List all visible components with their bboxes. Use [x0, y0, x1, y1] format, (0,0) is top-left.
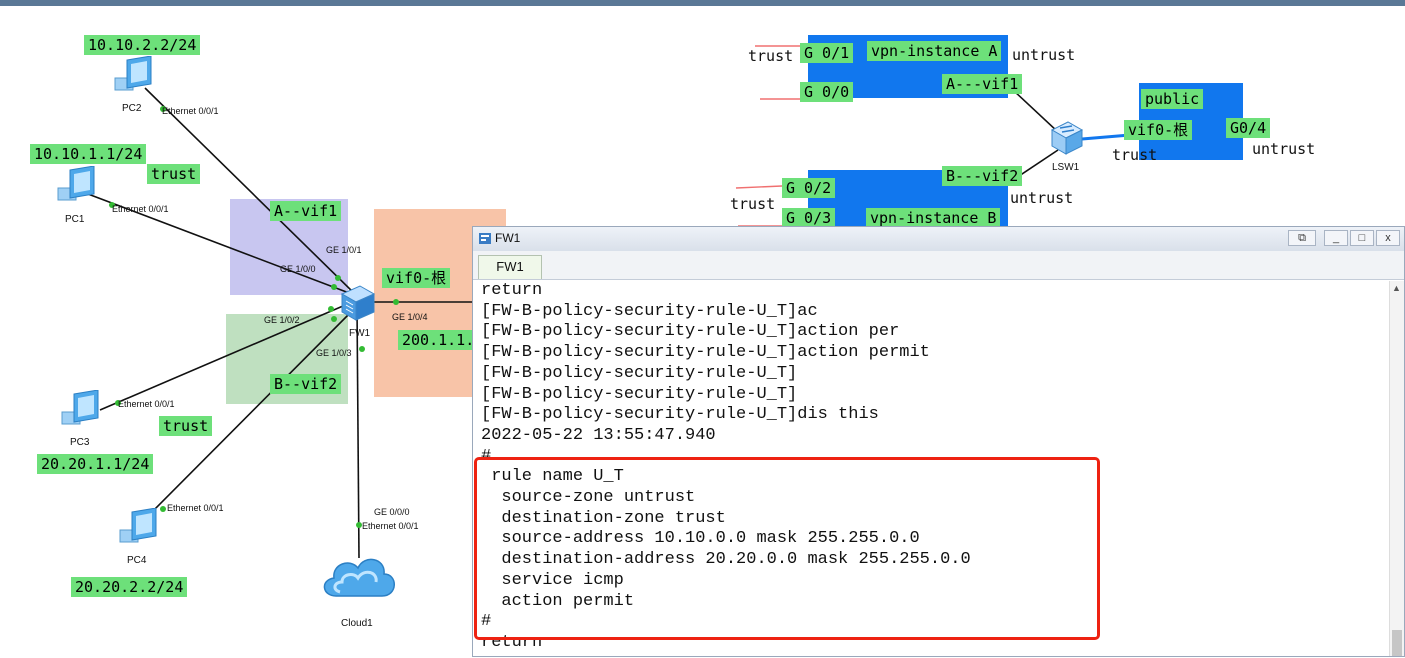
pc1-icon[interactable]: [56, 166, 100, 210]
lsw1-name: LSW1: [1052, 162, 1080, 173]
label-pc2-ip: 10.10.2.2/24: [84, 35, 201, 55]
label-public: public: [1141, 89, 1204, 109]
label-vif0-root: vif0-根: [382, 268, 451, 288]
console-line: destination-address 20.20.0.0 mask 255.2…: [481, 550, 971, 570]
text-untrust-mid: untrust: [1010, 189, 1074, 207]
label-pc4-ip: 20.20.2.2/24: [71, 577, 188, 597]
label-trust-pc3: trust: [159, 416, 213, 436]
link-lsw-public: [1081, 133, 1131, 141]
console-line: return: [481, 281, 543, 300]
window-titlebar[interactable]: FW1 ⧉ _ □ x: [473, 227, 1404, 252]
console-line: source-address 10.10.0.0 mask 255.255.0.…: [481, 529, 920, 549]
pc3-icon[interactable]: [60, 390, 104, 434]
console-line: return: [481, 632, 543, 652]
cloud1-name: Cloud1: [341, 618, 373, 629]
console-line: action permit: [481, 591, 635, 611]
port-ge104: GE 1/0/4: [392, 312, 428, 322]
fw1-name: FW1: [349, 328, 371, 339]
label-b-vif2-right: B---vif2: [942, 166, 1023, 186]
text-trust-top: trust: [748, 47, 794, 65]
port-ge103: GE 1/0/3: [316, 348, 352, 358]
pc4-name: PC4: [127, 555, 147, 566]
tab-fw1[interactable]: FW1: [478, 255, 542, 279]
label-g01: G 0/1: [800, 43, 854, 63]
scroll-thumb[interactable]: [1392, 630, 1402, 656]
terminal-app-icon: [479, 233, 491, 244]
pc4-icon[interactable]: [118, 508, 162, 552]
label-vif0-root-right: vif0-根: [1124, 120, 1193, 140]
label-b-vif2: B--vif2: [270, 374, 342, 394]
console-line: rule name U_T: [481, 467, 624, 487]
label-trust-pc1: trust: [147, 164, 201, 184]
label-g00: G 0/0: [800, 82, 854, 102]
pc3-name: PC3: [70, 437, 90, 448]
cloud-icon[interactable]: [318, 546, 400, 608]
port-ge101: GE 1/0/1: [326, 245, 362, 255]
restore-button[interactable]: ⧉: [1288, 230, 1316, 246]
port-pc3-eth: Ethernet 0/0/1: [118, 399, 175, 409]
console-line: service icmp: [481, 570, 624, 590]
label-a-vif1-right: A---vif1: [942, 74, 1023, 94]
pc2-icon[interactable]: [113, 56, 157, 100]
minimize-button[interactable]: _: [1324, 230, 1348, 246]
maximize-button[interactable]: □: [1350, 230, 1374, 246]
label-g03: G 0/3: [782, 208, 836, 228]
window-title: FW1: [495, 231, 521, 245]
port-pc1-eth: Ethernet 0/0/1: [112, 204, 169, 214]
console-line: [FW-B-policy-security-rule-U_T]action pe…: [481, 322, 900, 342]
fw1-terminal-window[interactable]: FW1 ⧉ _ □ x FW1 return [FW-B-policy-secur…: [472, 226, 1405, 657]
port-cloud-eth: Ethernet 0/0/1: [362, 521, 419, 531]
link-pc4-fw1: [147, 305, 358, 517]
text-trust-lsw: trust: [1112, 146, 1158, 164]
label-g02: G 0/2: [782, 178, 836, 198]
label-vpn-a: vpn-instance A: [867, 41, 1002, 61]
link-cloud-fw1: [356, 305, 360, 559]
console-line: destination-zone trust: [481, 508, 726, 528]
console-line: [FW-B-policy-security-rule-U_T]: [481, 363, 798, 383]
console-line: [FW-B-policy-security-rule-U_T]: [481, 384, 798, 404]
text-trust-left: trust: [730, 195, 776, 213]
console-line: source-zone untrust: [481, 488, 696, 508]
port-ge102: GE 1/0/2: [264, 315, 300, 325]
console-scrollbar[interactable]: ▲: [1389, 281, 1404, 656]
firewall-icon[interactable]: [338, 284, 376, 324]
port-ge000: GE 0/0/0: [374, 507, 410, 517]
port-ge100: GE 1/0/0: [280, 264, 316, 274]
pc2-name: PC2: [122, 103, 142, 114]
scroll-up-arrow-icon[interactable]: ▲: [1392, 283, 1401, 293]
label-vpn-b: vpn-instance B: [866, 208, 1001, 228]
port-pc4-eth: Ethernet 0/0/1: [167, 503, 224, 513]
tab-strip: FW1: [473, 251, 1404, 280]
console-line: [FW-B-policy-security-rule-U_T]ac: [481, 301, 818, 321]
port-pc2-eth: Ethernet 0/0/1: [162, 106, 219, 116]
label-pc1-ip: 10.10.1.1/24: [30, 144, 147, 164]
pc1-name: PC1: [65, 214, 85, 225]
console-line: 2022-05-22 13:55:47.940: [481, 425, 716, 445]
label-a-vif1: A--vif1: [270, 201, 342, 221]
console-line: [FW-B-policy-security-rule-U_T]action pe…: [481, 343, 930, 363]
red-line-g02: [735, 185, 783, 189]
console-line: #: [481, 446, 492, 466]
text-untrust-top: untrust: [1012, 46, 1076, 64]
label-pc3-ip: 20.20.1.1/24: [37, 454, 154, 474]
console-output[interactable]: return [FW-B-policy-security-rule-U_T]ac[…: [481, 281, 1386, 658]
link-pc2-fw1: [144, 87, 358, 297]
label-g04: G0/4: [1226, 118, 1271, 138]
console-line: #: [481, 612, 492, 632]
text-untrust-right: untrust: [1252, 140, 1316, 158]
console-line: [FW-B-policy-security-rule-U_T]dis this: [481, 405, 879, 425]
close-button[interactable]: x: [1376, 230, 1400, 246]
switch-icon[interactable]: [1046, 118, 1086, 158]
